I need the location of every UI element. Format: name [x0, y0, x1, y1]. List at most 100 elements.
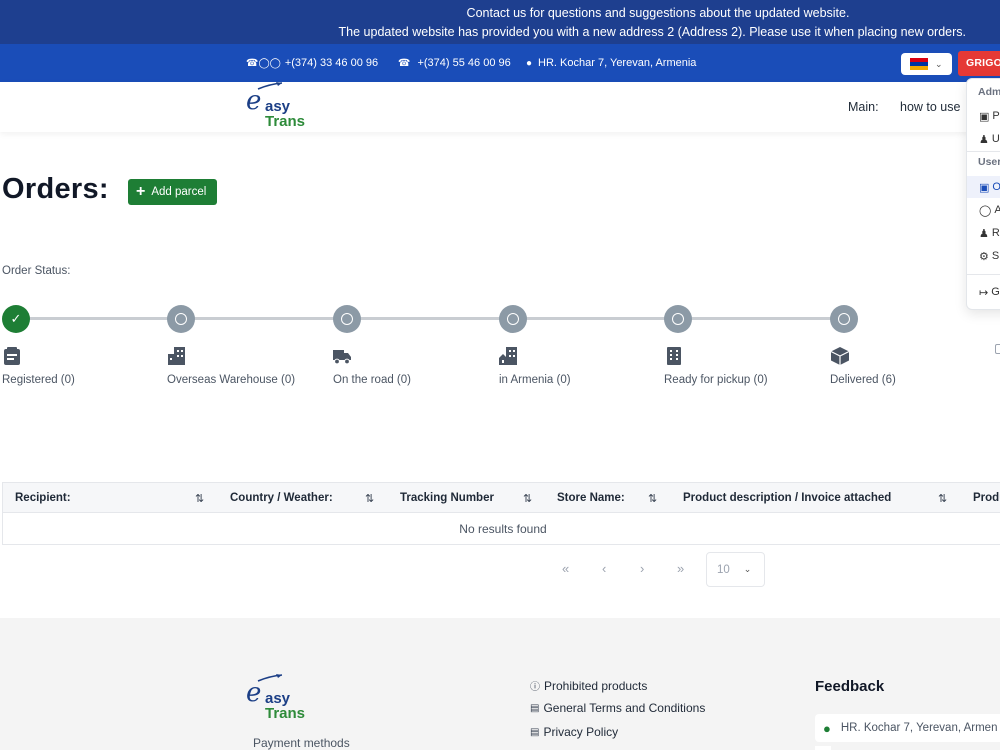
- step-ready-indicator[interactable]: [664, 305, 692, 333]
- logo-initial: e: [246, 678, 262, 708]
- menu-item-admin-parcels[interactable]: ▣ P: [967, 105, 1000, 127]
- sort-icon[interactable]: ⇅: [365, 492, 374, 505]
- announcement-line-1: Contact us for questions and suggestions…: [466, 6, 850, 20]
- sort-icon[interactable]: ⇅: [648, 492, 657, 505]
- add-parcel-button[interactable]: + Add parcel: [128, 179, 217, 205]
- phone-1-text: +(374) 33 46 00 96: [284, 57, 379, 69]
- feedback-address-text: HR. Kochar 7, Yerevan, Armen: [840, 722, 998, 734]
- circle-icon: [672, 313, 684, 325]
- status-track: [16, 317, 844, 320]
- admin-section-header: Adm: [978, 86, 1000, 98]
- column-store-name[interactable]: Store Name:: [557, 492, 625, 504]
- phone-2-text: +(374) 55 46 00 96: [417, 57, 511, 69]
- table-header: Recipient: ⇅ Country / Weather: ⇅ Tracki…: [2, 482, 1000, 513]
- navbar: e asy Trans Main: how to use: [0, 82, 1000, 132]
- plus-icon: +: [136, 183, 146, 200]
- link-label: General Terms and Conditions: [543, 701, 706, 715]
- feedback-title: Feedback: [815, 678, 885, 695]
- last-page-button[interactable]: »: [677, 561, 684, 576]
- chevron-down-icon: ⌄: [743, 564, 752, 574]
- menu-item-admin-users[interactable]: ♟ U: [967, 128, 1000, 150]
- payment-methods-label: Payment methods: [253, 736, 350, 750]
- circle-icon: [507, 313, 519, 325]
- sort-icon[interactable]: ⇅: [523, 492, 532, 505]
- users-icon: ♟: [979, 133, 989, 146]
- circle-icon: [838, 313, 850, 325]
- next-page-button[interactable]: ›: [640, 561, 644, 576]
- user-dropdown-menu: Adm ▣ P ♟ U User ▣ O ◯ A ♟ R ⚙ S ↦ G: [966, 78, 1000, 310]
- column-country-weather[interactable]: Country / Weather:: [230, 492, 333, 504]
- per-page-select[interactable]: 10 ⌄: [706, 552, 765, 587]
- announcement-bar: Contact us for questions and suggestions…: [0, 0, 1000, 44]
- feedback-card: [815, 746, 831, 754]
- book-icon: ▤: [530, 726, 540, 738]
- office-building-icon: [667, 347, 681, 365]
- column-tracking-number[interactable]: Tracking Number: [400, 492, 494, 504]
- step-label-delivered: Delivered (6): [830, 374, 896, 386]
- users-icon: ♟: [979, 227, 989, 240]
- column-product[interactable]: Produ: [973, 492, 1000, 504]
- page-title: Orders:: [2, 173, 109, 205]
- step-in-armenia-indicator[interactable]: [499, 305, 527, 333]
- step-label-registered: Registered (0): [2, 374, 75, 386]
- menu-item-orders[interactable]: ▣ O: [967, 176, 1000, 198]
- column-product-description[interactable]: Product description / Invoice attached: [683, 492, 891, 504]
- menu-item-settings[interactable]: ⚙ S: [967, 245, 1000, 267]
- step-overseas-indicator[interactable]: [167, 305, 195, 333]
- order-status-label: Order Status:: [2, 265, 71, 277]
- link-label: Privacy Policy: [543, 725, 619, 739]
- link-terms[interactable]: ▤ General Terms and Conditions: [530, 701, 705, 715]
- first-page-button[interactable]: «: [562, 561, 569, 576]
- address-text: HR. Kochar 7, Yerevan, Armenia: [538, 57, 697, 69]
- user-menu-button[interactable]: GRIGO: [958, 51, 1000, 76]
- language-selector[interactable]: ⌄: [901, 53, 952, 75]
- box-icon: ▣: [979, 181, 990, 194]
- link-privacy-policy[interactable]: ▤ Privacy Policy: [530, 725, 618, 739]
- step-label-on-road: On the road (0): [333, 374, 411, 386]
- menu-item-label: G: [991, 286, 1000, 298]
- circle-icon: [341, 313, 353, 325]
- column-recipient[interactable]: Recipient:: [15, 492, 71, 504]
- logo-line-2: Trans: [265, 113, 306, 130]
- home-building-icon: [499, 347, 517, 365]
- menu-item-label: U: [991, 133, 1000, 145]
- step-delivered-indicator[interactable]: [830, 305, 858, 333]
- menu-item-addresses[interactable]: ◯ A: [967, 199, 1000, 221]
- step-on-road-indicator[interactable]: [333, 305, 361, 333]
- menu-item-logout[interactable]: ↦ G: [967, 281, 1000, 303]
- truck-icon: [333, 350, 351, 365]
- menu-item-label: O: [992, 181, 1000, 193]
- circle-icon: [175, 313, 187, 325]
- nav-how-to-use[interactable]: how to use: [900, 100, 960, 114]
- menu-item-label: P: [992, 110, 1000, 122]
- info-circle-icon: ⓘ: [530, 682, 540, 693]
- divider: [967, 151, 1000, 152]
- building-icon: [168, 347, 185, 365]
- map-pin-icon: ●: [823, 720, 831, 736]
- empty-message-text: No results found: [459, 522, 547, 536]
- armenia-flag-icon: [910, 58, 928, 70]
- sort-icon[interactable]: ⇅: [195, 492, 204, 505]
- step-registered-indicator[interactable]: ✓: [2, 305, 30, 333]
- menu-item-label: S: [991, 250, 1000, 262]
- check-circle-icon: ✓: [10, 311, 22, 326]
- nav-main[interactable]: Main:: [848, 100, 879, 114]
- gear-icon: ⚙: [979, 250, 989, 263]
- logo-initial: e: [246, 86, 262, 116]
- menu-item-recipients[interactable]: ♟ R: [967, 222, 1000, 244]
- logo-line-2: Trans: [265, 705, 306, 722]
- feedback-address: ● HR. Kochar 7, Yerevan, Armen: [815, 714, 1000, 742]
- step-label-in-armenia: in Armenia (0): [499, 374, 571, 386]
- sort-icon[interactable]: ⇅: [938, 492, 947, 505]
- phone-icon: ☎: [398, 57, 411, 69]
- link-prohibited-products[interactable]: ⓘ Prohibited products: [530, 678, 647, 694]
- phone-2[interactable]: ☎ +(374) 55 46 00 96: [398, 57, 511, 69]
- step-label-ready: Ready for pickup (0): [664, 374, 768, 386]
- logout-icon: ↦: [979, 286, 989, 299]
- checkbox[interactable]: [995, 344, 1000, 354]
- contact-bar: ☎◯◯ +(374) 33 46 00 96 ☎ +(374) 55 46 00…: [0, 44, 1000, 82]
- package-icon: [830, 347, 850, 365]
- prev-page-button[interactable]: ‹: [602, 561, 606, 576]
- per-page-value: 10: [717, 563, 730, 576]
- phone-1[interactable]: ☎◯◯ +(374) 33 46 00 96: [246, 57, 378, 69]
